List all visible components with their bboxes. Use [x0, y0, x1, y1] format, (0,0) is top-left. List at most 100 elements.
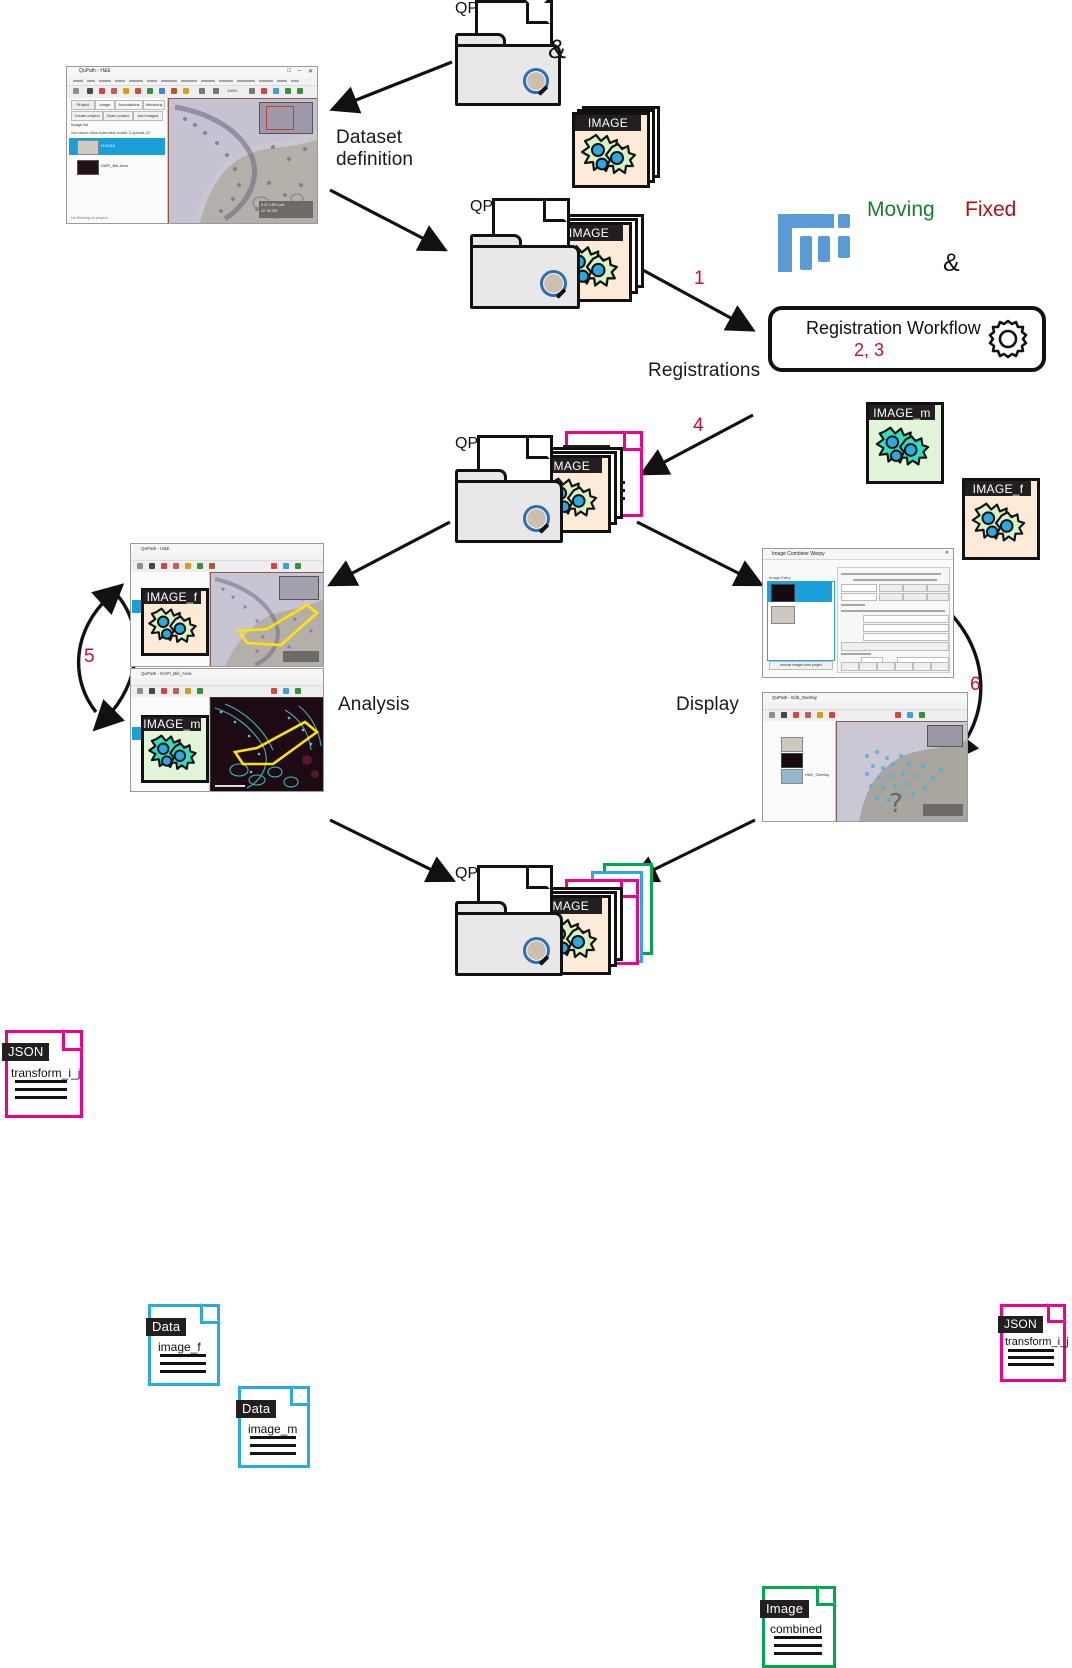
step-number-4: 4	[693, 415, 704, 436]
json-filename: transform_i_j	[1005, 1336, 1069, 1348]
window-title: QuPath - H&E	[141, 546, 170, 551]
button-estimate[interactable]	[841, 642, 949, 651]
window-title: QuPath - DAPI_Bkl_Area	[141, 671, 192, 676]
arrow-display-to-final	[628, 818, 756, 883]
label-dataset-definition: Dataset definition	[336, 127, 414, 170]
data-doc-image-m: Data image_m	[236, 1385, 311, 1468]
json-tag: JSON	[2, 1043, 50, 1061]
thumbnail-he	[771, 606, 795, 624]
svg-text:?: ?	[889, 789, 903, 819]
folder-qpproj-mid: QPPROJ	[470, 198, 582, 310]
thumbnail-dapi	[771, 584, 795, 602]
arrow-dataset-in	[329, 60, 453, 114]
analysis-screenshot-fixed[interactable]: QuPath - H&E IMAGE_f	[130, 543, 324, 667]
arrow-to-analysis	[327, 520, 451, 587]
arrow-step-4	[639, 413, 754, 476]
window-close-icon[interactable]: ✕	[308, 68, 313, 75]
button-create-project[interactable]: Create project	[71, 111, 103, 121]
tab-annotations[interactable]: Annotations	[115, 100, 143, 110]
image-canvas[interactable]	[210, 572, 323, 666]
overview-thumbnail	[927, 725, 963, 747]
image-moving-label: IMAGE_m	[869, 405, 935, 420]
thumbnail-he	[781, 737, 803, 752]
folder-group-with-json: JSON orm_i_j IMAGE QPPROJ	[455, 425, 645, 550]
image-list-label: Image list	[71, 122, 89, 127]
tab-hierarchy[interactable]: Hierarchy	[143, 100, 165, 110]
cell-cartoon-fixed-icon	[971, 502, 1026, 542]
overlay-canvas[interactable]: ?	[836, 721, 967, 821]
label-fixed: Fixed	[965, 198, 1017, 221]
ampersand-top: &	[548, 34, 567, 64]
window-close-icon[interactable]: ✕	[945, 550, 949, 556]
json-tag: JSON	[998, 1316, 1043, 1333]
image-doc-combined: Image combined	[760, 1585, 837, 1668]
button-add-images[interactable]: Add images	[133, 111, 163, 121]
folder-qpproj-final: QPPROJ	[455, 865, 567, 981]
window-min-icon[interactable]: –	[298, 68, 301, 74]
gear-icon	[988, 319, 1028, 359]
step-number-5: 5	[84, 646, 95, 667]
data-doc-image-f: Data image_f	[146, 1303, 221, 1386]
qupath-screenshot-dataset[interactable]: QuPath - H&E ✕ – □ 100% Project Image An…	[66, 66, 318, 224]
window-max-icon[interactable]: □	[287, 68, 291, 74]
arrow-dataset-out	[329, 188, 448, 252]
data-tag: Data	[236, 1400, 277, 1418]
scalebar-overlay	[283, 651, 319, 662]
cell-cartoon-icon	[580, 133, 637, 175]
scalebar-overlay	[215, 785, 245, 787]
step-number-6: 6	[970, 674, 981, 695]
thumbnail-overlay	[781, 769, 803, 784]
warpy-logo	[778, 214, 850, 272]
image-entry-list-label: Image Entry	[769, 575, 791, 580]
overview-viewport-rect	[266, 106, 294, 130]
tab-image[interactable]: Image	[95, 100, 115, 110]
ampersand-registration: &	[943, 249, 960, 277]
step-number-1: 1	[694, 268, 705, 289]
registration-workflow-title: Registration Workflow	[806, 318, 981, 338]
label-registrations: Registrations	[648, 360, 761, 381]
image-doc-tag: Image	[760, 1600, 810, 1618]
arrow-step-1	[640, 267, 756, 332]
folder-qpproj-with-json: QPPROJ	[455, 435, 567, 547]
badge-image-fixed: IMAGE_f	[141, 588, 209, 656]
registration-workflow-steps: 2, 3	[854, 340, 885, 360]
tab-project[interactable]: Project	[71, 100, 95, 110]
image-list-item-he-label: H-D018	[101, 143, 115, 148]
label-moving: Moving	[867, 198, 935, 221]
button-open-project[interactable]: Open project	[103, 111, 133, 121]
data-tag: Data	[146, 1318, 187, 1336]
badge-image-moving: IMAGE_m	[141, 715, 209, 783]
window-title: QuPath - H&E	[79, 68, 111, 74]
image-canvas[interactable]: 0.47 0.59 0 µm 12 93.781	[168, 98, 317, 223]
arrow-to-display	[636, 520, 764, 587]
json-doc-display: JSON transform_i_j	[998, 1303, 1069, 1382]
data-filename: image_f	[158, 1340, 201, 1354]
image-combiner-warpy-window[interactable]: Image Combiner Warpy ✕ Image Entry remov…	[762, 548, 954, 678]
image-canvas-fluorescence[interactable]	[210, 697, 323, 791]
json-filename: transform_i_j	[11, 1066, 81, 1080]
image-stack-top: IMAGE	[572, 106, 660, 188]
thumbnail-he	[77, 140, 99, 155]
status-bar: No filtering of project	[71, 215, 108, 220]
thumbnail-dapi	[77, 160, 99, 175]
badge-image-moving-label: IMAGE_m	[143, 717, 201, 731]
image-doc-filename: combined	[770, 1622, 823, 1636]
button-remove-images[interactable]: remove images from project	[769, 661, 833, 670]
thumbnail-dapi	[781, 753, 803, 768]
data-filename: image_m	[248, 1422, 298, 1436]
json-doc-analysis: JSON transform_i_j	[2, 1029, 84, 1118]
badge-image-fixed-label: IMAGE_f	[143, 590, 201, 604]
analysis-screenshot-moving[interactable]: QuPath - DAPI_Bkl_Area IMAGE_m	[130, 668, 324, 792]
project-row-label: vsi-macro-ultra-extended-combi-2-upload-…	[71, 130, 150, 135]
folder-group-with-images: IMAGE QPPROJ	[470, 198, 644, 316]
overlay-entry-label: H&E_Overlay	[805, 772, 830, 777]
annotation-polygon[interactable]	[237, 603, 319, 647]
registration-workflow-box[interactable]: Registration Workflow 2, 3	[768, 306, 1046, 372]
image-moving: IMAGE_m	[866, 402, 944, 484]
overview-thumbnail	[279, 576, 319, 600]
folder-group-final: j IMAGE QPPROJ	[455, 843, 653, 981]
annotation-polygon[interactable]	[233, 720, 319, 768]
image-stack-top-label: IMAGE	[575, 115, 641, 131]
qupath-overlay-window[interactable]: QuPath - Edit_Overlay H&E_Overlay ?	[762, 692, 968, 822]
window-title: Image Combiner Warpy	[772, 551, 825, 557]
